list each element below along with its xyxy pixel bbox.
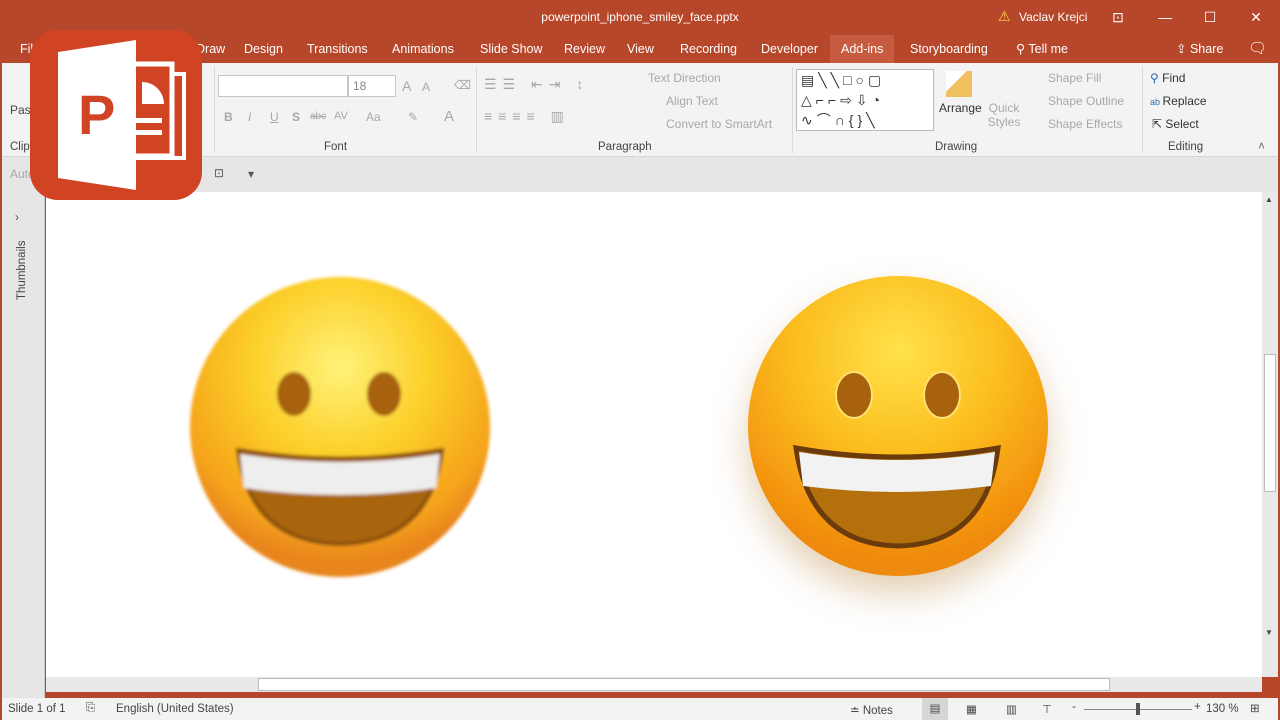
smiley-face-image <box>190 277 490 577</box>
font-group-label: Font <box>324 141 348 153</box>
maximize-button[interactable]: ☐ <box>1190 4 1230 30</box>
slide-content <box>190 276 1048 577</box>
powerpoint-logo-icon: P <box>58 40 186 190</box>
highlight-icon[interactable]: ✎ <box>408 110 418 124</box>
replace-label: Replace <box>1162 94 1207 108</box>
zoom-slider-thumb[interactable] <box>1136 703 1140 715</box>
comments-icon[interactable]: 🗨 <box>1242 35 1273 63</box>
find-label: Find <box>1162 71 1186 85</box>
vertical-scroll-thumb[interactable] <box>1264 354 1276 492</box>
arrange-button[interactable]: Arrange <box>939 101 982 115</box>
clear-formatting-icon[interactable]: ⌫ <box>454 78 471 92</box>
convert-smartart-button[interactable]: Convert to SmartArt <box>666 117 772 131</box>
thumbnails-label: Thumbnails <box>16 240 28 300</box>
editing-group-label: Editing <box>1168 141 1204 153</box>
drawing-group-label: Drawing <box>935 141 978 153</box>
tab-developer[interactable]: Developer <box>755 35 824 63</box>
collapse-ribbon-icon[interactable]: ˄ <box>1258 139 1265 153</box>
slide-sorter-icon[interactable]: ▦ <box>966 702 977 716</box>
bold-button[interactable]: B <box>224 110 233 124</box>
horizontal-scroll-thumb[interactable] <box>258 678 1110 691</box>
status-bar: Slide 1 of 1 ⎘ English (United States) ≐… <box>2 698 1278 720</box>
find-button[interactable]: ⚲ Find <box>1150 71 1185 85</box>
select-button[interactable]: ⇱ Select <box>1152 117 1199 131</box>
fit-slide-icon[interactable]: ⊞ <box>1250 701 1260 715</box>
font-name-input[interactable] <box>218 75 348 97</box>
change-case-button[interactable]: Aa <box>366 110 381 124</box>
tab-storyboarding[interactable]: Storyboarding <box>904 35 994 63</box>
vertical-scrollbar[interactable]: ▲ ▼ <box>1262 192 1278 677</box>
close-button[interactable]: ✕ <box>1236 4 1276 30</box>
arrange-icon <box>946 71 972 97</box>
list-buttons[interactable]: ☰☰ ⇤⇥ ↕ <box>484 76 589 93</box>
font-color-button[interactable]: A <box>444 108 454 125</box>
character-spacing-button[interactable]: AV <box>334 110 348 122</box>
quick-styles-button[interactable]: Quick Styles <box>986 101 1022 129</box>
select-label: Select <box>1165 117 1199 131</box>
warning-icon: ⚠ <box>998 8 1011 24</box>
tab-design[interactable]: Design <box>238 35 289 63</box>
shrink-font-button[interactable]: A <box>422 80 430 94</box>
shape-outline-button[interactable]: Shape Outline <box>1048 94 1124 108</box>
ribbon-display-icon[interactable]: ⊡ <box>1098 4 1138 30</box>
language-label[interactable]: English (United States) <box>116 703 234 715</box>
strikethrough-button[interactable]: abc <box>310 111 326 122</box>
italic-button[interactable]: I <box>248 110 251 124</box>
replace-button[interactable]: ab Replace <box>1150 94 1207 108</box>
notes-label: Notes <box>862 705 893 717</box>
scroll-down-icon[interactable]: ▼ <box>1265 628 1273 637</box>
minimize-button[interactable]: — <box>1145 4 1185 30</box>
shape-effects-button[interactable]: Shape Effects <box>1048 117 1123 131</box>
smiley-face-shape <box>748 276 1048 576</box>
reading-view-icon[interactable]: ▥ <box>1006 702 1017 716</box>
font-size-input[interactable]: 18 <box>348 75 396 97</box>
tab-review[interactable]: Review <box>558 35 611 63</box>
tab-recording[interactable]: Recording <box>674 35 743 63</box>
align-buttons[interactable]: ≡≡≡≡ ▥ <box>484 108 570 125</box>
cursor-icon: ⇱ <box>1152 117 1166 131</box>
underline-button[interactable]: U <box>270 110 279 124</box>
slideshow-icon[interactable]: ⊤ <box>1042 702 1052 716</box>
notes-button[interactable]: ≐ Notes <box>850 703 893 717</box>
tell-me-label: Tell me <box>1028 42 1068 56</box>
customize-qat-icon[interactable]: ▾ <box>248 167 254 181</box>
tab-slide-show[interactable]: Slide Show <box>474 35 549 63</box>
replace-icon: ab <box>1150 97 1163 107</box>
zoom-out-button[interactable]: - <box>1072 701 1076 713</box>
zoom-in-button[interactable]: + <box>1194 701 1201 713</box>
horizontal-scrollbar[interactable] <box>46 677 1262 692</box>
spellcheck-icon[interactable]: ⎘ <box>86 702 95 715</box>
tab-add-ins[interactable]: Add-ins <box>830 35 895 63</box>
share-button[interactable]: ⇪ Share <box>1170 35 1229 63</box>
share-label: Share <box>1189 42 1224 56</box>
user-name[interactable]: Vaclav Krejci <box>1019 10 1087 24</box>
scroll-up-icon[interactable]: ▲ <box>1265 195 1273 204</box>
tab-animations[interactable]: Animations <box>386 35 460 63</box>
tell-me[interactable]: ⚲ Tell me <box>1010 35 1074 63</box>
thumbnails-pane[interactable]: › Thumbnails <box>2 192 45 698</box>
share-icon: ⇪ <box>1176 42 1190 56</box>
find-icon: ⚲ <box>1150 71 1163 85</box>
align-text-button[interactable]: Align Text <box>666 94 718 108</box>
window-title: powerpoint_iphone_smiley_face.pptx <box>541 10 739 24</box>
shape-fill-button[interactable]: Shape Fill <box>1048 71 1101 85</box>
shapes-gallery[interactable]: ▤╲╲□○▢ △⌐⌐⇨⇩◔ ∿⌒∩{}╲ <box>796 69 934 131</box>
powerpoint-logo: P <box>30 30 202 200</box>
normal-view-icon[interactable]: ▤ <box>922 698 948 720</box>
paragraph-group-label: Paragraph <box>598 141 652 153</box>
tab-view[interactable]: View <box>621 35 660 63</box>
shadow-button[interactable]: S <box>292 110 300 124</box>
notes-icon: ≐ <box>850 705 863 717</box>
text-direction-button[interactable]: Text Direction <box>648 71 721 85</box>
search-icon: ⚲ <box>1016 42 1029 56</box>
svg-text:P: P <box>78 83 115 146</box>
expand-chevron-icon[interactable]: › <box>15 210 19 224</box>
slide-canvas[interactable] <box>46 192 1262 677</box>
zoom-level[interactable]: 130 % <box>1206 703 1239 715</box>
slide-counter: Slide 1 of 1 <box>8 703 66 715</box>
grow-font-button[interactable]: A <box>402 78 411 94</box>
tab-transitions[interactable]: Transitions <box>301 35 374 63</box>
presentation-icon[interactable]: ⊡ <box>214 166 224 180</box>
